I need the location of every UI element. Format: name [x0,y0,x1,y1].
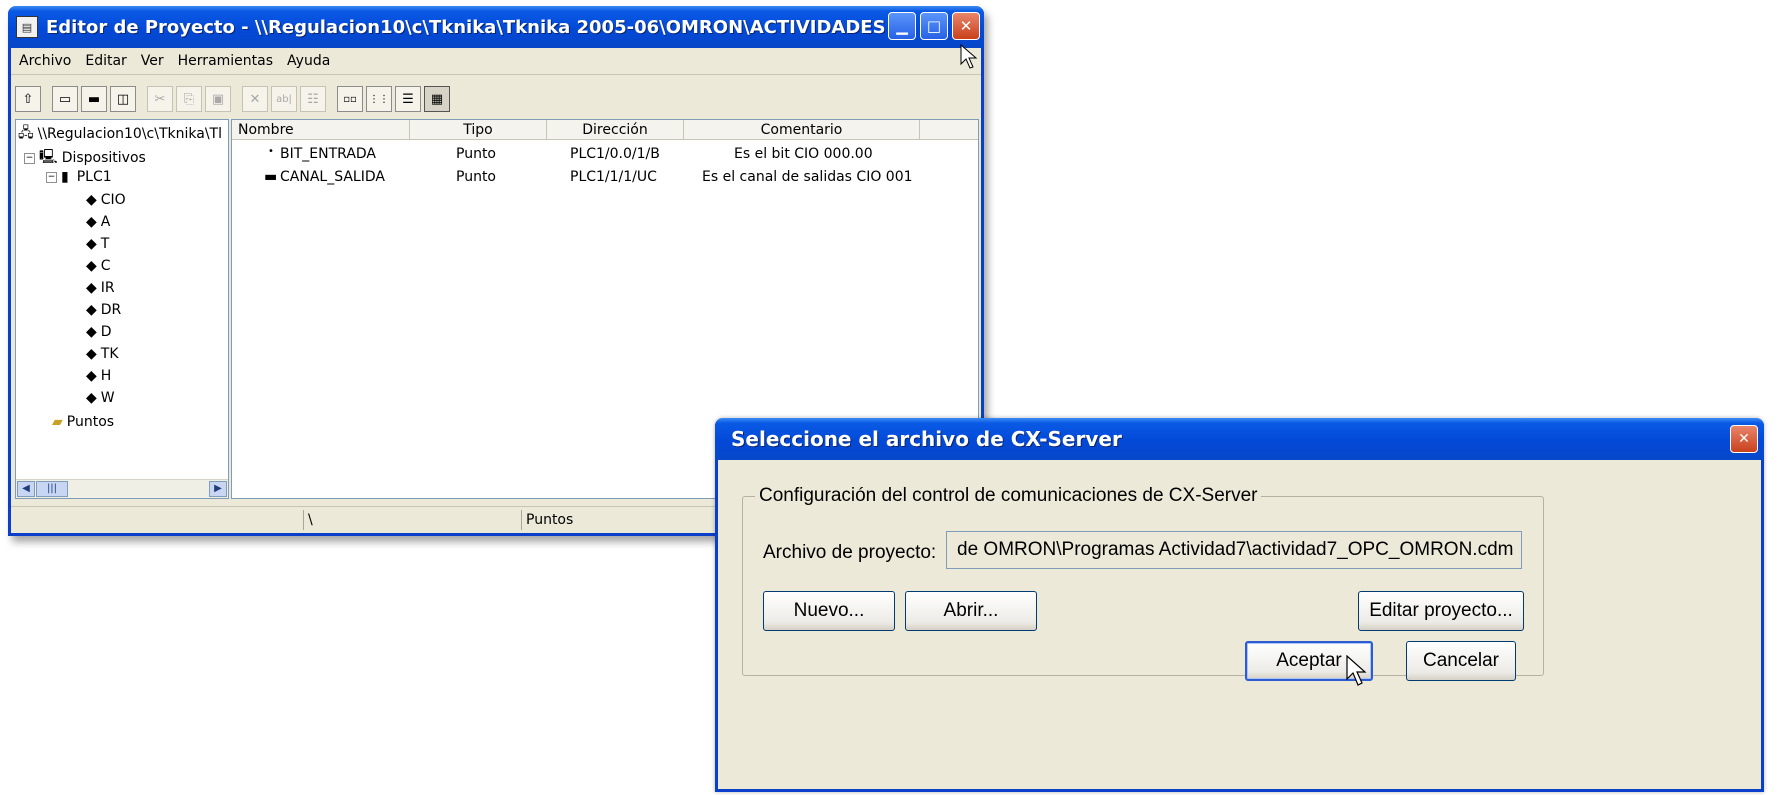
tree-item-ir[interactable]: ◆ IR [86,280,115,296]
title-bar[interactable]: ▤ Editor de Proyecto - \\Regulacion10\c\… [8,6,984,48]
cell-tipo: Punto [456,169,496,185]
cut-icon[interactable]: ✂ [147,86,173,112]
folder-icon: ▰ [52,414,63,430]
window-title: Editor de Proyecto - \\Regulacion10\c\Tk… [46,16,916,38]
up-folder-icon[interactable]: ⇧ [15,86,41,112]
tree-item-cio[interactable]: ◆ CIO [86,192,126,208]
folder-icon[interactable]: ▬ [81,86,107,112]
project-tree[interactable]: 🖧 \\Regulacion10\c\Tknika\Tl − 🖳 Disposi… [15,119,229,499]
details-view-icon[interactable]: ▦ [424,86,450,112]
groupbox-label: Configuración del control de comunicacio… [755,485,1262,507]
tree-item-d[interactable]: ◆ D [86,324,112,340]
dialog-title-bar[interactable]: Seleccione el archivo de CX-Server ✕ [715,418,1764,460]
memory-area-icon: ◆ [86,214,97,230]
tree-item-w[interactable]: ◆ W [86,390,115,406]
toolbar: ⇧ ▭ ▬ ◫ ✂ ⎘ ▣ ✕ ab| ☷ ▫▫ ⋮⋮ ☰ ▦ [15,80,535,118]
column-header-filler [920,120,978,140]
open-button[interactable]: Abrir... [905,591,1037,631]
menu-bar: Archivo Editar Ver Herramientas Ayuda [11,48,981,75]
tree-item-a[interactable]: ◆ A [86,214,110,230]
properties-icon[interactable]: ☷ [300,86,326,112]
cell-nombre: CANAL_SALIDA [280,169,385,185]
memory-area-icon: ◆ [86,236,97,252]
edit-project-button[interactable]: Editar proyecto... [1358,591,1524,631]
app-icon: ▤ [16,16,38,38]
mouse-cursor-icon [960,44,978,69]
cell-direccion: PLC1/1/1/UC [570,169,657,185]
bit-point-icon: • [268,146,274,157]
memory-area-icon: ◆ [86,390,97,406]
menu-ver[interactable]: Ver [141,53,164,69]
memory-area-icon: ◆ [86,302,97,318]
open-folder-icon[interactable]: ◫ [110,86,136,112]
mouse-cursor-icon [1346,655,1367,686]
status-path: \ [303,510,313,530]
column-header-nombre[interactable]: Nombre [232,120,410,140]
table-row[interactable]: • BIT_ENTRADA Punto PLC1/0.0/1/B Es el b… [232,144,978,166]
new-button[interactable]: Nuevo... [763,591,895,631]
list-view-icon[interactable]: ☰ [395,86,421,112]
cx-server-file-dialog: Seleccione el archivo de CX-Server ✕ Con… [715,418,1764,792]
dialog-close-button[interactable]: ✕ [1730,425,1758,453]
cell-comentario: Es el canal de salidas CIO 001 [702,169,913,185]
maximize-button[interactable]: □ [920,12,948,40]
small-icons-view-icon[interactable]: ⋮⋮ [366,86,392,112]
scroll-left-icon[interactable]: ◀ [17,481,35,497]
rename-icon[interactable]: ab| [271,86,297,112]
menu-editar[interactable]: Editar [85,53,126,69]
memory-area-icon: ◆ [86,368,97,384]
status-section: Puntos [521,510,573,530]
tree-item-t[interactable]: ◆ T [86,236,109,252]
devices-icon: 🖳 [39,149,58,165]
copy-icon[interactable]: ⎘ [176,86,202,112]
tree-item-dispositivos[interactable]: − 🖳 Dispositivos [24,146,146,170]
tree-horizontal-scrollbar[interactable]: ◀ ||| ▶ [16,479,228,498]
cell-tipo: Punto [456,146,496,162]
column-header-direccion[interactable]: Dirección [547,120,684,140]
delete-icon[interactable]: ✕ [242,86,268,112]
cell-comentario: Es el bit CIO 000.00 [734,146,873,162]
project-file-field[interactable]: de OMRON\Programas Actividad7\actividad7… [946,531,1522,569]
scroll-right-icon[interactable]: ▶ [209,481,227,497]
tree-item-puntos[interactable]: ▰ Puntos [52,414,114,430]
tree-root[interactable]: 🖧 \\Regulacion10\c\Tknika\Tl [18,122,222,146]
memory-area-icon: ◆ [86,192,97,208]
large-icons-view-icon[interactable]: ▫▫ [337,86,363,112]
minimize-button[interactable]: ▁ [888,12,916,40]
memory-area-icon: ◆ [86,280,97,296]
plc-icon: ▮ [61,169,69,185]
tree-item-plc1[interactable]: − ▮ PLC1 [46,169,112,185]
memory-area-icon: ◆ [86,346,97,362]
new-project-icon[interactable]: ▭ [52,86,78,112]
memory-area-icon: ◆ [86,258,97,274]
tree-item-h[interactable]: ◆ H [86,368,111,384]
tree-item-dr[interactable]: ◆ DR [86,302,121,318]
scroll-thumb[interactable]: ||| [36,481,68,497]
channel-point-icon: ▬ [264,169,278,185]
column-header-tipo[interactable]: Tipo [410,120,547,140]
cancel-button[interactable]: Cancelar [1406,641,1516,681]
tree-item-c[interactable]: ◆ C [86,258,111,274]
project-file-label: Archivo de proyecto: [763,542,937,563]
close-button[interactable]: ✕ [952,12,980,40]
network-computer-icon: 🖧 [18,125,34,141]
paste-icon[interactable]: ▣ [205,86,231,112]
tree-item-tk[interactable]: ◆ TK [86,346,119,362]
collapse-icon[interactable]: − [46,171,57,183]
column-header-comentario[interactable]: Comentario [684,120,920,140]
memory-area-icon: ◆ [86,324,97,340]
menu-ayuda[interactable]: Ayuda [287,53,330,69]
table-row[interactable]: ▬ CANAL_SALIDA Punto PLC1/1/1/UC Es el c… [232,167,978,189]
cell-direccion: PLC1/0.0/1/B [570,146,660,162]
collapse-icon[interactable]: − [24,152,35,164]
dialog-title: Seleccione el archivo de CX-Server [731,427,1122,451]
menu-herramientas[interactable]: Herramientas [178,53,273,69]
menu-archivo[interactable]: Archivo [19,53,71,69]
cell-nombre: BIT_ENTRADA [280,146,377,162]
